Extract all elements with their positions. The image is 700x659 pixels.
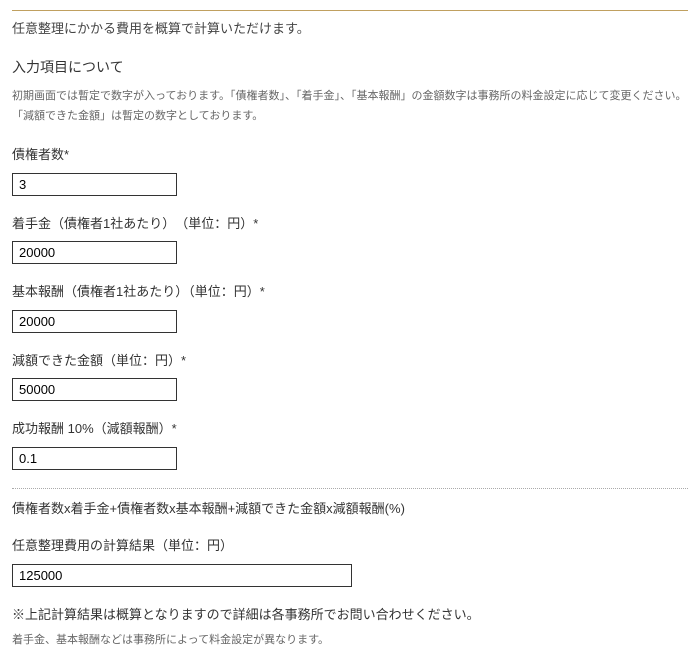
- section-heading: 入力項目について: [12, 57, 688, 78]
- basic-fee-input[interactable]: [12, 310, 177, 333]
- retainer-label: 着手金（債権者1社あたり） （単位：円）*: [12, 214, 688, 234]
- result-label: 任意整理費用の計算結果（単位：円）: [12, 536, 688, 556]
- success-fee-label: 成功報酬 10%（減額報酬）*: [12, 419, 688, 439]
- note-text: ※上記計算結果は概算となりますので詳細は各事務所でお問い合わせください。: [12, 605, 688, 625]
- creditors-label: 債権者数*: [12, 145, 688, 165]
- divider: [12, 488, 688, 489]
- description-text: 初期画面では暫定で数字が入っております。「債権者数」、「着手金」、「基本報酬」の…: [12, 86, 688, 128]
- formula-text: 債権者数x着手金+債権者数x基本報酬+減額できた金額x減額報酬(%): [12, 499, 688, 519]
- reduced-amount-input[interactable]: [12, 378, 177, 401]
- basic-fee-label: 基本報酬（債権者1社あたり）（単位：円）*: [12, 282, 688, 302]
- result-group: 任意整理費用の計算結果（単位：円）: [12, 536, 688, 587]
- field-basic-fee: 基本報酬（債権者1社あたり）（単位：円）*: [12, 282, 688, 333]
- success-fee-input[interactable]: [12, 447, 177, 470]
- reduced-amount-label: 減額できた金額（単位：円）*: [12, 351, 688, 371]
- field-retainer: 着手金（債権者1社あたり） （単位：円）*: [12, 214, 688, 265]
- field-reduced-amount: 減額できた金額（単位：円）*: [12, 351, 688, 402]
- field-success-fee: 成功報酬 10%（減額報酬）*: [12, 419, 688, 470]
- top-divider: [12, 10, 688, 11]
- retainer-input[interactable]: [12, 241, 177, 264]
- creditors-input[interactable]: [12, 173, 177, 196]
- result-output[interactable]: [12, 564, 352, 587]
- small-note-text: 着手金、基本報酬などは事務所によって料金設定が異なります。: [12, 632, 688, 649]
- intro-text: 任意整理にかかる費用を概算で計算いただけます。: [12, 19, 688, 39]
- field-creditors: 債権者数*: [12, 145, 688, 196]
